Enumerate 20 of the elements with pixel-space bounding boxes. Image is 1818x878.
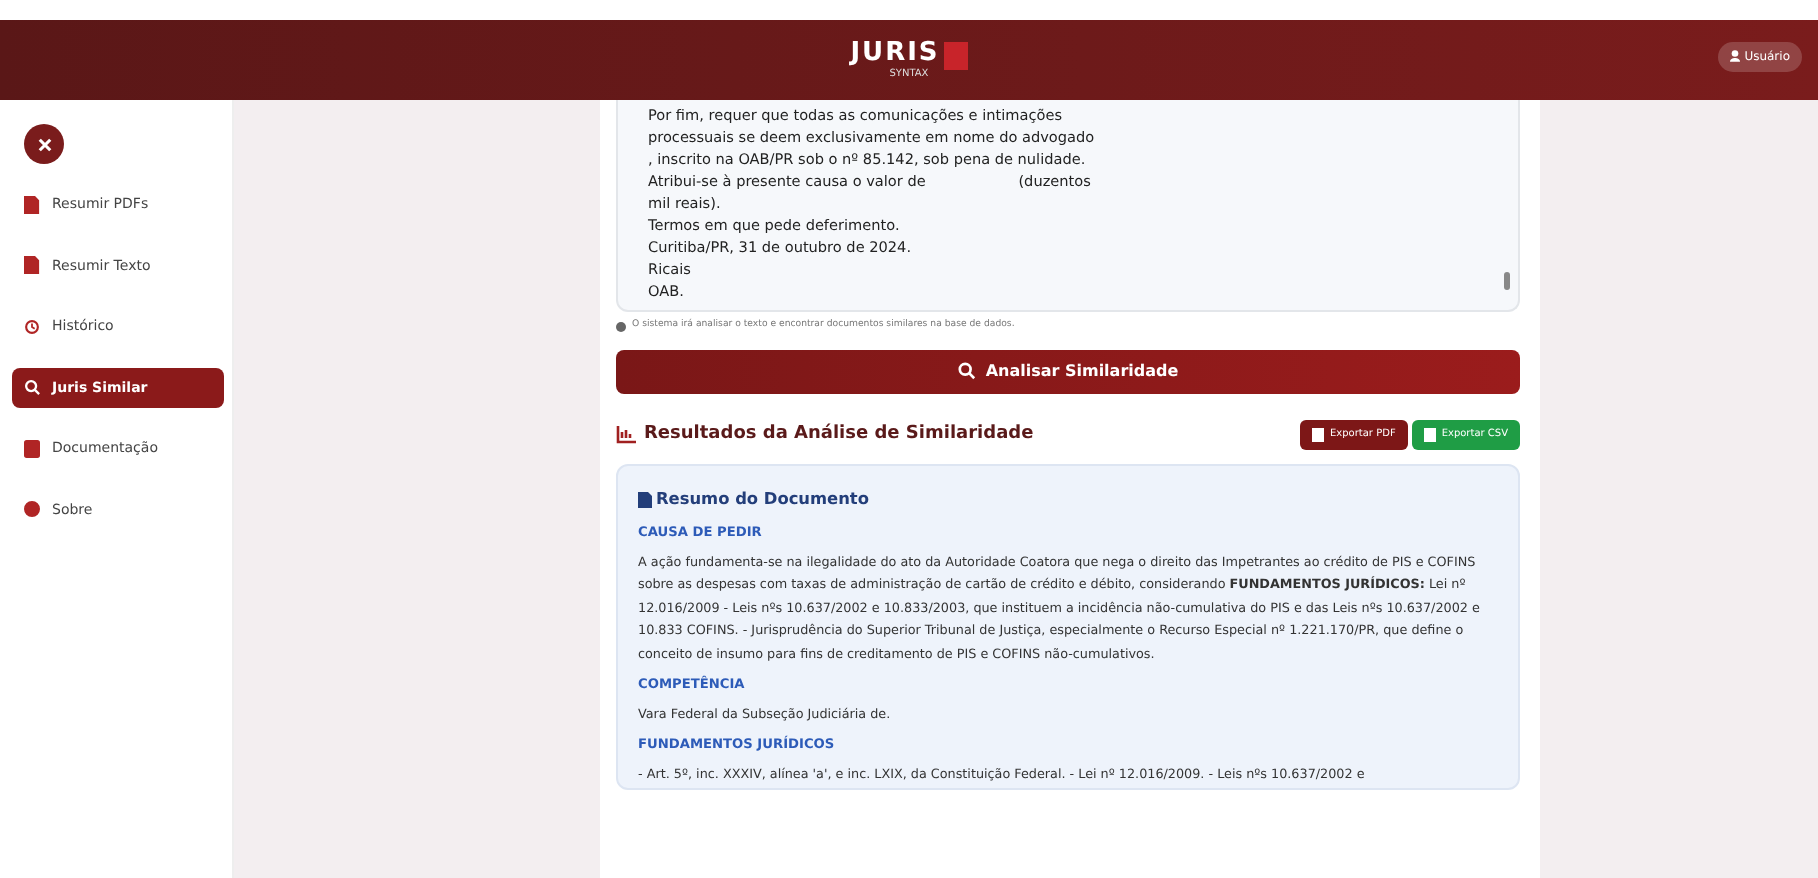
chart-icon bbox=[616, 426, 636, 445]
file-icon bbox=[1312, 428, 1324, 443]
close-icon bbox=[37, 137, 51, 151]
info-icon bbox=[616, 321, 626, 332]
file-icon bbox=[1423, 428, 1436, 443]
search-icon bbox=[24, 378, 40, 397]
text-area[interactable] bbox=[616, 100, 1520, 312]
user-icon bbox=[1730, 50, 1741, 63]
results-title: Resultados da Análise de Similaridade bbox=[644, 421, 1034, 448]
pdf-file-icon bbox=[24, 195, 40, 214]
logo-text: JURIS bbox=[850, 38, 940, 69]
history-icon bbox=[24, 317, 40, 336]
document-icon bbox=[638, 491, 652, 508]
analyze-button[interactable]: Analisar Similaridade bbox=[616, 349, 1520, 394]
search-icon bbox=[957, 362, 976, 381]
file-icon bbox=[24, 256, 40, 275]
logo-mark-icon bbox=[943, 41, 968, 70]
info-icon bbox=[24, 500, 40, 519]
close-button[interactable] bbox=[24, 124, 64, 164]
summary-title: Resumo do Documento bbox=[656, 486, 869, 512]
